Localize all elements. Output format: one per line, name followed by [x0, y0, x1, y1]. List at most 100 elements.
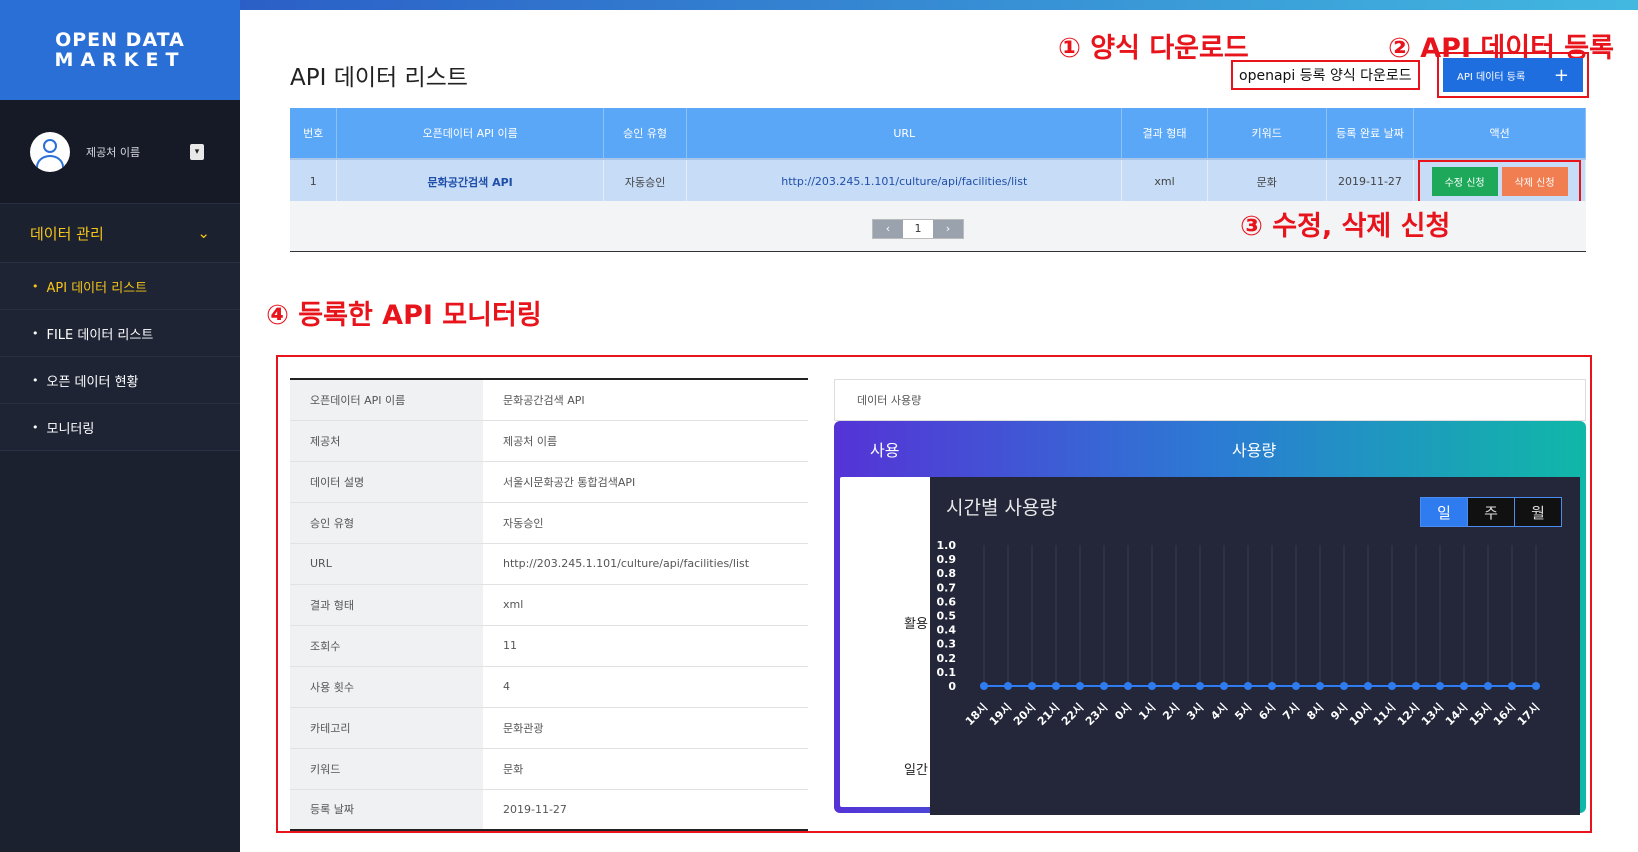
data-point — [980, 682, 988, 690]
detail-key: 오픈데이터 API 이름 — [290, 378, 483, 421]
detail-value: 문화 — [483, 748, 808, 790]
usage-side-label-2: 일간 — [904, 763, 928, 778]
x-tick-label: 19시 — [987, 701, 1014, 728]
x-tick-label: 20시 — [1011, 701, 1038, 728]
x-tick-label: 1시 — [1136, 701, 1158, 723]
x-tick-label: 8시 — [1304, 701, 1326, 723]
cell-name[interactable]: 문화공간검색 API — [336, 158, 604, 203]
detail-row: 카테고리 문화관광 — [290, 707, 808, 749]
next-page-button[interactable]: › — [933, 220, 963, 238]
data-point — [1412, 682, 1420, 690]
usage-card-left-title: 사용 — [870, 441, 900, 460]
page-number[interactable]: 1 — [903, 220, 933, 238]
x-tick-label: 4시 — [1208, 701, 1230, 723]
table-row[interactable]: 1 문화공간검색 API 자동승인 http://203.245.1.101/c… — [290, 158, 1586, 203]
col-header-no: 번호 — [290, 108, 338, 159]
sidebar-item-open-data-status[interactable]: • 오픈 데이터 현황 — [0, 357, 240, 404]
cell-approval: 자동승인 — [603, 158, 688, 203]
usage-panel: 데이터 사용량 사용 사용량 활용 일간 시간별 사용량 일 주 월 1.0 0.… — [834, 379, 1586, 833]
delete-request-button[interactable]: 삭제 신청 — [1501, 167, 1568, 196]
detail-row: 등록 날짜 2019-11-27 — [290, 789, 808, 831]
detail-row: 승인 유형 자동승인 — [290, 502, 808, 544]
top-accent-bar — [240, 0, 1638, 10]
chevron-down-icon: ⌄ — [197, 224, 210, 242]
x-tick-label: 12시 — [1395, 701, 1422, 728]
x-tick-label: 15시 — [1467, 701, 1494, 728]
detail-value: xml — [483, 584, 808, 626]
sidebar-item-api-list[interactable]: • API 데이터 리스트 — [0, 263, 240, 310]
sidebar-section-label: 데이터 관리 — [30, 224, 104, 243]
cell-actions: 수정 신청 삭제 신청 — [1413, 158, 1586, 203]
api-data-table: 번호 오픈데이터 API 이름 승인 유형 URL 결과 형태 키워드 등록 완… — [290, 108, 1586, 203]
detail-key: 승인 유형 — [290, 502, 483, 544]
col-header-url: URL — [686, 108, 1123, 159]
action-highlight: 수정 신청 삭제 신청 — [1418, 160, 1581, 203]
data-point — [1196, 682, 1204, 690]
y-tick-label: 0.7 — [937, 581, 957, 594]
avatar-icon — [30, 131, 70, 172]
sidebar-item-monitoring[interactable]: • 모니터링 — [0, 404, 240, 451]
x-tick-label: 17시 — [1515, 701, 1542, 728]
edit-request-button[interactable]: 수정 신청 — [1431, 167, 1498, 196]
detail-key: 키워드 — [290, 748, 483, 790]
data-point — [1508, 682, 1516, 690]
y-tick-label: 0.1 — [937, 666, 957, 679]
register-api-label: API 데이터 등록 — [1457, 71, 1526, 83]
logo-line-1: OPEN DATA — [55, 29, 185, 51]
data-point — [1076, 682, 1084, 690]
profile-name: 제공처 이름 — [86, 145, 141, 159]
detail-value: 문화공간검색 API — [483, 378, 808, 421]
detail-value: 자동승인 — [483, 502, 808, 544]
plus-icon: + — [1553, 64, 1569, 86]
sidebar-section-data-management[interactable]: 데이터 관리 ⌄ — [0, 204, 240, 263]
data-point — [1028, 682, 1036, 690]
data-point — [1004, 682, 1012, 690]
detail-key: 결과 형태 — [290, 584, 483, 626]
data-point — [1244, 682, 1252, 690]
data-point — [1340, 682, 1348, 690]
x-tick-label: 16시 — [1491, 701, 1518, 728]
data-point — [1388, 682, 1396, 690]
sidebar-item-label: FILE 데이터 리스트 — [46, 327, 154, 343]
col-header-approval: 승인 유형 — [603, 108, 688, 159]
sidebar-item-label: API 데이터 리스트 — [46, 280, 148, 296]
y-tick-label: 0.2 — [937, 652, 957, 665]
x-tick-label: 13시 — [1419, 701, 1446, 728]
detail-value: 11 — [483, 625, 808, 667]
usage-label: 데이터 사용량 — [834, 379, 1586, 421]
cell-url: http://203.245.1.101/culture/api/facilit… — [686, 158, 1123, 203]
data-point — [1460, 682, 1468, 690]
sidebar-item-file-list[interactable]: • FILE 데이터 리스트 — [0, 310, 240, 357]
x-tick-label: 22시 — [1059, 701, 1086, 728]
y-tick-label: 0 — [948, 680, 956, 693]
bullet-icon: • — [32, 373, 39, 387]
annotation-monitoring: ④ 등록한 API 모니터링 — [266, 300, 542, 331]
chevron-down-icon[interactable]: ▾ — [190, 143, 204, 160]
detail-value: 문화관광 — [483, 707, 808, 749]
x-tick-label: 11시 — [1371, 701, 1398, 728]
logo[interactable]: OPEN DATA MARKET — [0, 0, 240, 100]
detail-key: 카테고리 — [290, 707, 483, 749]
col-header-name: 오픈데이터 API 이름 — [336, 108, 604, 159]
data-point — [1124, 682, 1132, 690]
x-tick-label: 10시 — [1347, 701, 1374, 728]
main-panel: API 데이터 리스트 ① 양식 다운로드 ② API 데이터 등록 opena… — [240, 10, 1638, 852]
detail-row: 키워드 문화 — [290, 748, 808, 790]
detail-row: 조회수 11 — [290, 625, 808, 667]
prev-page-button[interactable]: ‹ — [873, 220, 903, 238]
template-download-link[interactable]: openapi 등록 양식 다운로드 — [1231, 60, 1420, 90]
data-point — [1532, 682, 1540, 690]
sidebar-item-label: 모니터링 — [46, 421, 95, 437]
y-tick-label: 0.6 — [937, 595, 957, 608]
x-tick-label: 3시 — [1184, 701, 1206, 723]
detail-row: URL http://203.245.1.101/culture/api/faci… — [290, 543, 808, 585]
annotation-download: ① 양식 다운로드 — [1058, 33, 1249, 64]
register-api-button[interactable]: API 데이터 등록 + — [1443, 58, 1583, 92]
bullet-icon: • — [32, 279, 39, 293]
annotation-edit-delete: ③ 수정, 삭제 신청 — [1240, 211, 1451, 242]
detail-key: 데이터 설명 — [290, 461, 483, 503]
detail-key: 조회수 — [290, 625, 483, 667]
y-tick-label: 0.8 — [937, 567, 957, 580]
detail-row: 오픈데이터 API 이름 문화공간검색 API — [290, 378, 808, 421]
data-point — [1436, 682, 1444, 690]
